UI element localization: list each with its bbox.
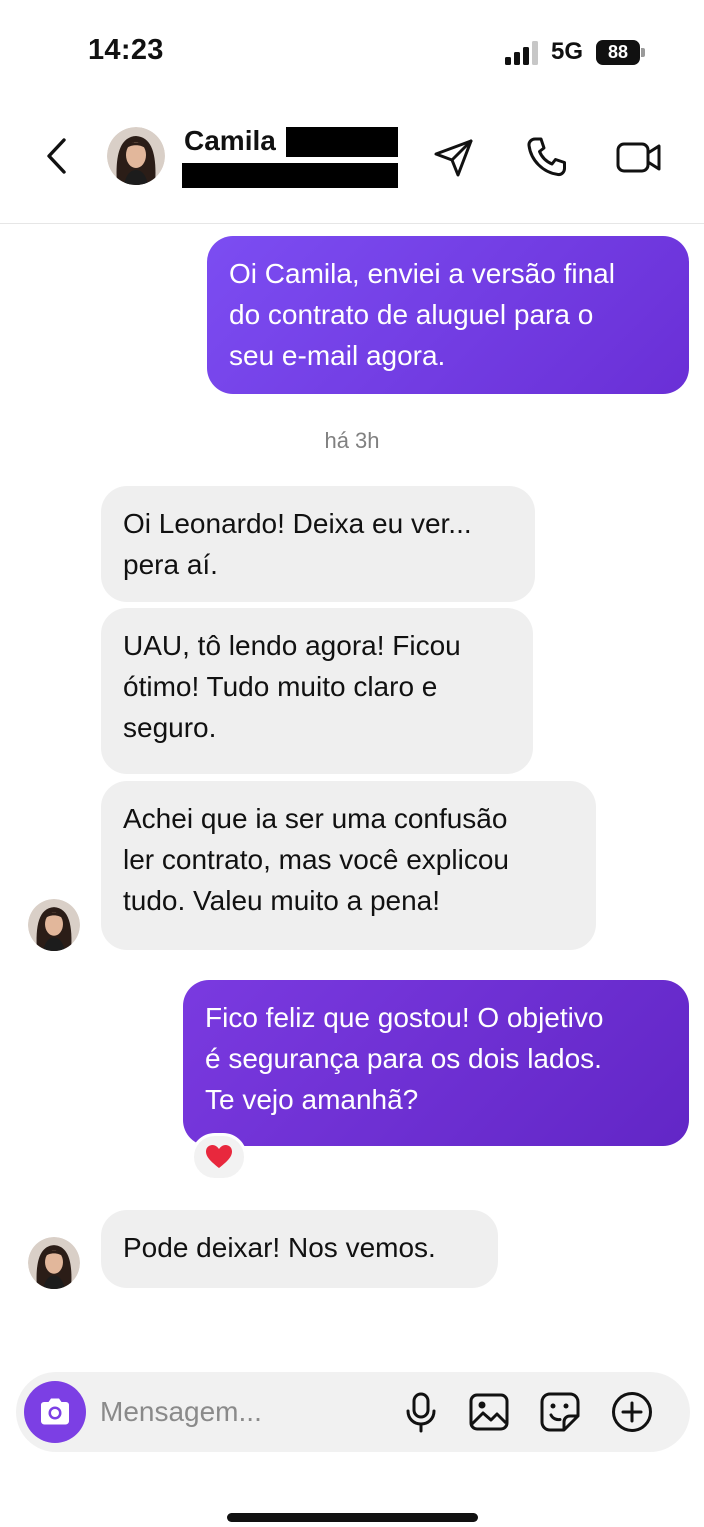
message-bubble-received[interactable]: Oi Leonardo! Deixa eu ver... pera aí. <box>101 486 535 602</box>
message-text: Achei que ia ser uma confusão <box>123 803 508 834</box>
message-bubble-received[interactable]: Pode deixar! Nos vemos. <box>101 1210 498 1288</box>
message-bubble-sent[interactable]: Oi Camila, enviei a versão final do cont… <box>207 236 689 394</box>
chevron-left-icon[interactable] <box>36 134 80 178</box>
contact-name[interactable]: Camila <box>184 125 276 157</box>
message-input[interactable] <box>100 1392 380 1432</box>
image-icon[interactable] <box>467 1390 511 1434</box>
message-text: tudo. Valeu muito a pena! <box>123 885 441 916</box>
message-text: Pode deixar! Nos vemos. <box>123 1232 436 1263</box>
sticker-icon[interactable] <box>538 1390 582 1434</box>
heart-icon <box>206 1145 232 1168</box>
redaction-block <box>286 127 398 157</box>
battery-level: 88 <box>607 42 629 62</box>
message-text: Oi Camila, enviei a versão final <box>229 258 615 289</box>
message-text: é segurança para os dois lados. <box>205 1043 602 1074</box>
message-bubble-received[interactable]: UAU, tô lendo agora! Ficou ótimo! Tudo m… <box>101 608 533 774</box>
video-icon[interactable] <box>614 133 662 181</box>
home-indicator <box>227 1513 478 1522</box>
battery-icon: 88 <box>596 40 646 65</box>
message-text: UAU, tô lendo agora! Ficou <box>123 630 461 661</box>
message-timestamp: há 3h <box>324 428 380 453</box>
message-bubble-sent[interactable]: Fico feliz que gostou! O objetivo é segu… <box>183 980 689 1146</box>
signal-icon <box>505 41 538 65</box>
sender-avatar[interactable] <box>28 899 80 951</box>
message-text: do contrato de aluguel para o <box>229 299 594 330</box>
heart-reaction[interactable] <box>191 1133 247 1181</box>
phone-icon[interactable] <box>522 133 570 181</box>
sender-avatar[interactable] <box>28 1237 80 1289</box>
message-text: seu e-mail agora. <box>229 340 446 371</box>
message-text: Te vejo amanhã? <box>205 1084 419 1115</box>
status-bar: 14:23 5G 88 <box>0 0 704 100</box>
message-text: Fico feliz que gostou! O objetivo <box>205 1002 604 1033</box>
message-composer <box>16 1372 690 1452</box>
status-time: 14:23 <box>88 34 164 66</box>
camera-button[interactable] <box>24 1381 86 1443</box>
camera-icon <box>41 1398 69 1425</box>
redaction-block <box>182 163 398 188</box>
chat-header: Camila <box>0 100 704 224</box>
contact-avatar[interactable] <box>107 127 165 185</box>
message-text: Oi Leonardo! Deixa eu ver... <box>123 508 472 539</box>
message-text: seguro. <box>123 712 217 743</box>
message-text: ler contrato, mas você explicou <box>123 844 509 875</box>
message-text: ótimo! Tudo muito claro e <box>123 671 438 702</box>
message-bubble-received[interactable]: Achei que ia ser uma confusão ler contra… <box>101 781 596 950</box>
message-text: pera aí. <box>123 549 218 580</box>
plus-icon[interactable] <box>610 1390 654 1434</box>
network-label: 5G <box>551 38 584 65</box>
microphone-icon[interactable] <box>399 1390 443 1434</box>
send-icon[interactable] <box>430 133 478 181</box>
